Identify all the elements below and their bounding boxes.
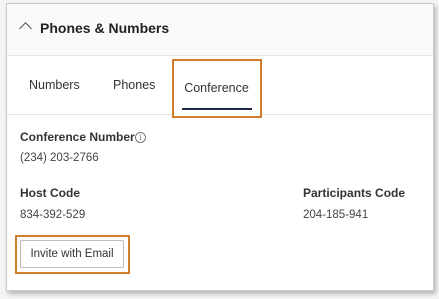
info-icon[interactable]: i	[135, 132, 146, 143]
section-title: Phones & Numbers	[40, 20, 170, 36]
section-header[interactable]: Phones & Numbers	[7, 4, 433, 56]
participants-code-label: Participants Code	[303, 186, 406, 200]
window-frame: Phones & Numbers Numbers Phones Conferen…	[0, 0, 439, 299]
active-tab-indicator	[182, 108, 252, 110]
tab-bar: Numbers Phones Conference	[7, 56, 433, 118]
tab-conference[interactable]: Conference	[174, 61, 259, 115]
conference-number-label: Conference Number	[20, 130, 135, 144]
chevron-up-icon[interactable]	[19, 22, 32, 35]
invite-with-email-button[interactable]: Invite with Email	[20, 240, 124, 268]
tab-numbers[interactable]: Numbers	[29, 56, 80, 114]
tab-phones[interactable]: Phones	[113, 56, 155, 114]
conference-number-value: (234) 203-2766	[20, 152, 99, 164]
host-code-value: 834-392-529	[20, 209, 86, 221]
phones-numbers-panel: Phones & Numbers Numbers Phones Conferen…	[6, 3, 434, 291]
host-code-label: Host Code	[20, 186, 80, 200]
participants-code-value: 204-185-941	[303, 209, 369, 221]
conference-tab-highlight: Conference	[172, 59, 262, 118]
invite-button-highlight: Invite with Email	[15, 235, 130, 274]
